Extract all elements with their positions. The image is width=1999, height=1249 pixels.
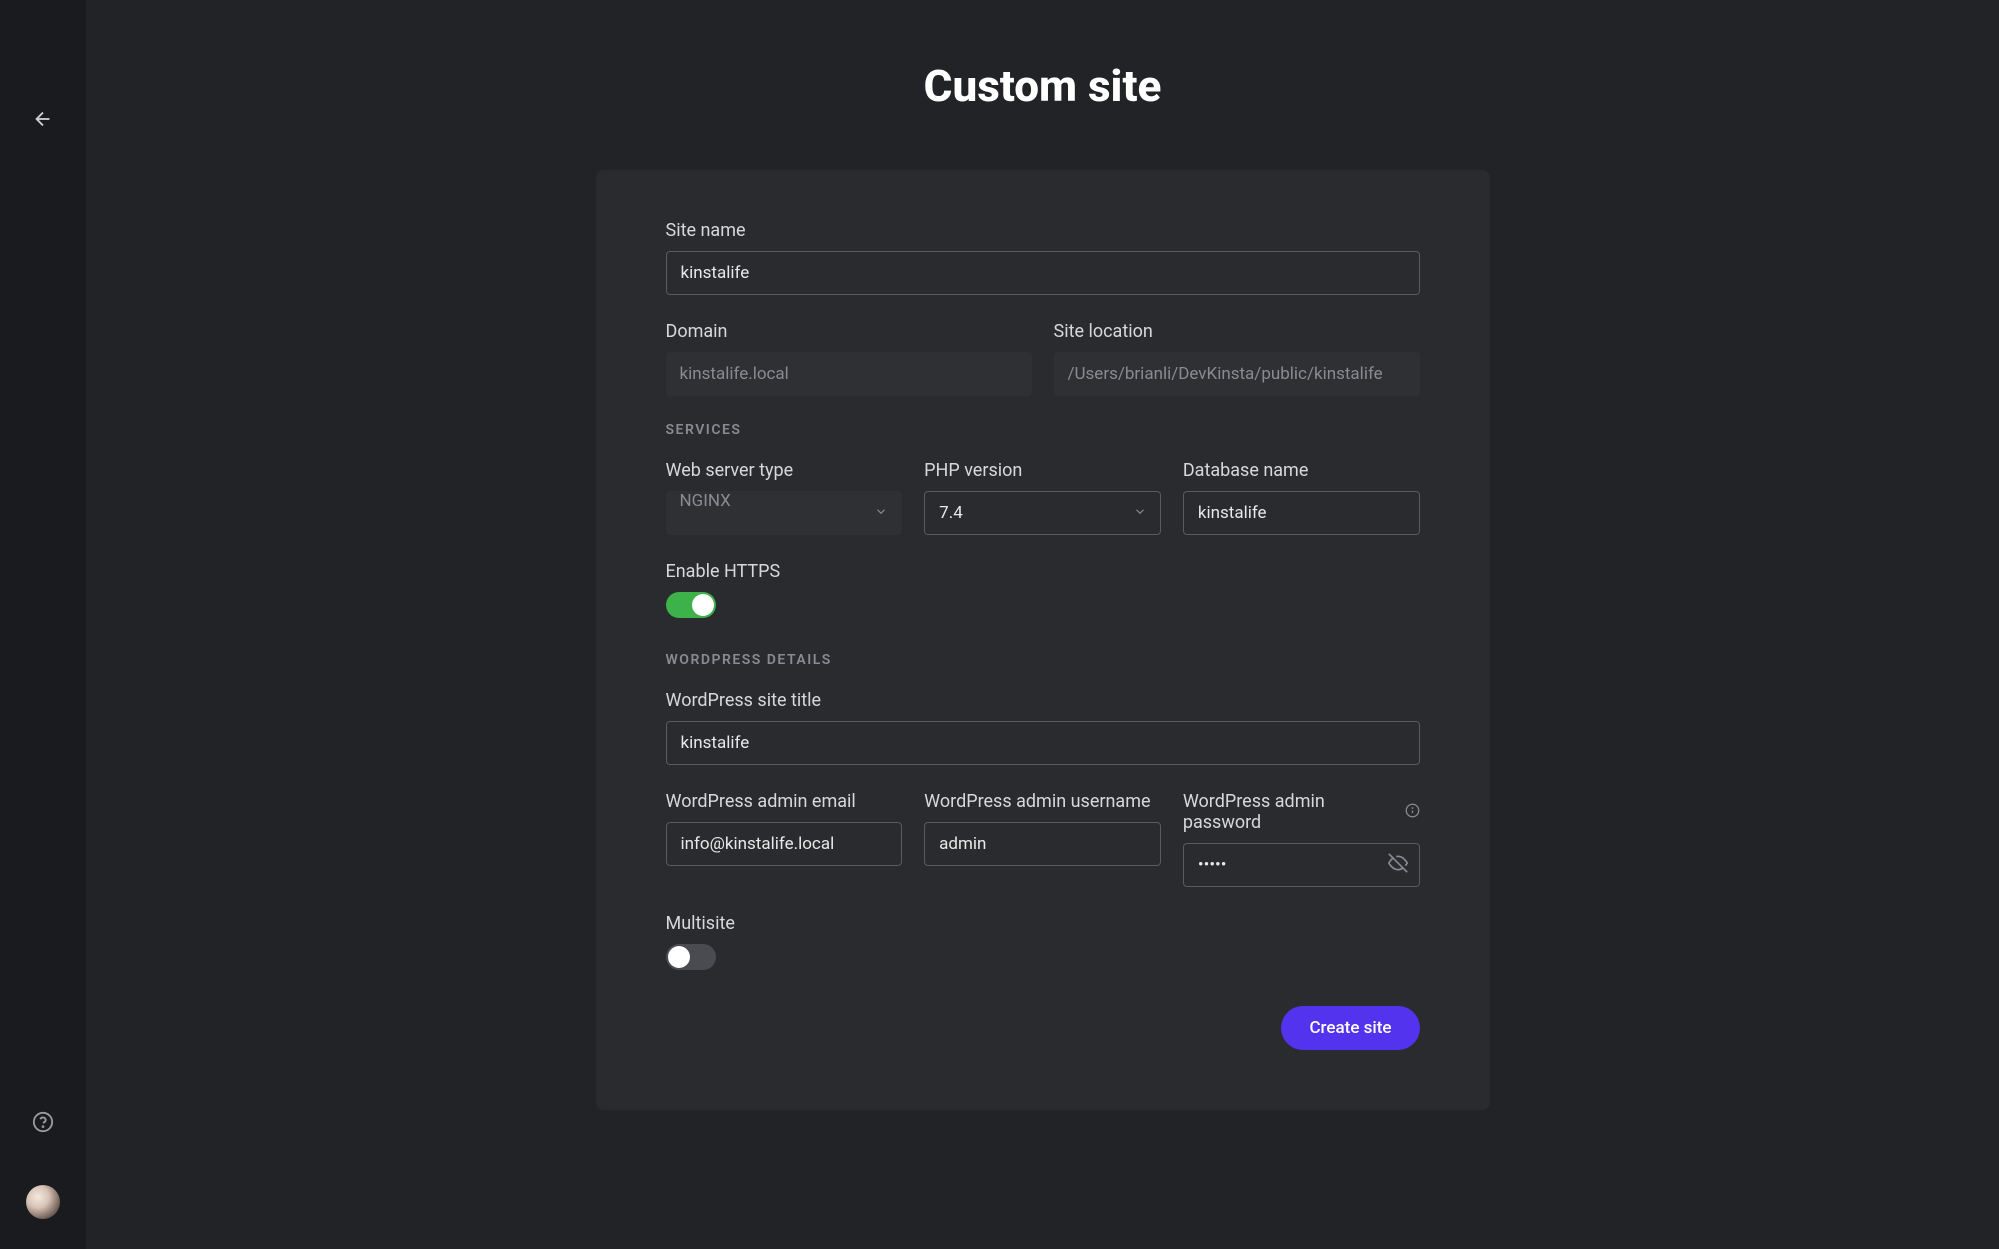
php-version-label: PHP version bbox=[924, 460, 1161, 481]
wp-username-input[interactable] bbox=[924, 822, 1161, 866]
eye-off-icon[interactable] bbox=[1388, 853, 1408, 877]
help-icon bbox=[32, 1111, 54, 1133]
database-name-label: Database name bbox=[1183, 460, 1420, 481]
page-title: Custom site bbox=[924, 60, 1162, 112]
arrow-left-icon bbox=[32, 108, 54, 130]
wp-title-label: WordPress site title bbox=[666, 690, 1420, 711]
multisite-label: Multisite bbox=[666, 913, 1420, 934]
site-name-input[interactable] bbox=[666, 251, 1420, 295]
create-site-button[interactable]: Create site bbox=[1281, 1006, 1419, 1050]
form-card: Site name Domain Site location SERVICES … bbox=[596, 170, 1490, 1110]
enable-https-toggle[interactable] bbox=[666, 592, 716, 618]
toggle-knob bbox=[692, 594, 714, 616]
php-version-select[interactable]: 7.4 bbox=[924, 491, 1161, 535]
web-server-label: Web server type bbox=[666, 460, 903, 481]
domain-label: Domain bbox=[666, 321, 1032, 342]
wp-username-label: WordPress admin username bbox=[924, 791, 1161, 812]
wp-title-input[interactable] bbox=[666, 721, 1420, 765]
web-server-select: NGINX bbox=[666, 491, 903, 535]
domain-input bbox=[666, 352, 1032, 396]
wordpress-section-header: WORDPRESS DETAILS bbox=[666, 652, 1420, 668]
site-location-label: Site location bbox=[1054, 321, 1420, 342]
enable-https-label: Enable HTTPS bbox=[666, 561, 1420, 582]
site-name-label: Site name bbox=[666, 220, 1420, 241]
avatar[interactable] bbox=[26, 1185, 60, 1219]
multisite-toggle[interactable] bbox=[666, 944, 716, 970]
services-section-header: SERVICES bbox=[666, 422, 1420, 438]
web-server-value: NGINX bbox=[680, 491, 731, 511]
main-content: Custom site Site name Domain Site locati… bbox=[86, 0, 1999, 1249]
help-button[interactable] bbox=[32, 1111, 54, 1137]
php-version-value: 7.4 bbox=[939, 503, 963, 523]
toggle-knob bbox=[668, 946, 690, 968]
site-location-input bbox=[1054, 352, 1420, 396]
wp-password-label: WordPress admin password bbox=[1183, 791, 1397, 833]
database-name-input[interactable] bbox=[1183, 491, 1420, 535]
sidebar bbox=[0, 0, 86, 1249]
back-button[interactable] bbox=[32, 108, 54, 130]
wp-password-input[interactable] bbox=[1183, 843, 1420, 887]
wp-email-input[interactable] bbox=[666, 822, 903, 866]
info-icon bbox=[1405, 803, 1420, 822]
wp-email-label: WordPress admin email bbox=[666, 791, 903, 812]
